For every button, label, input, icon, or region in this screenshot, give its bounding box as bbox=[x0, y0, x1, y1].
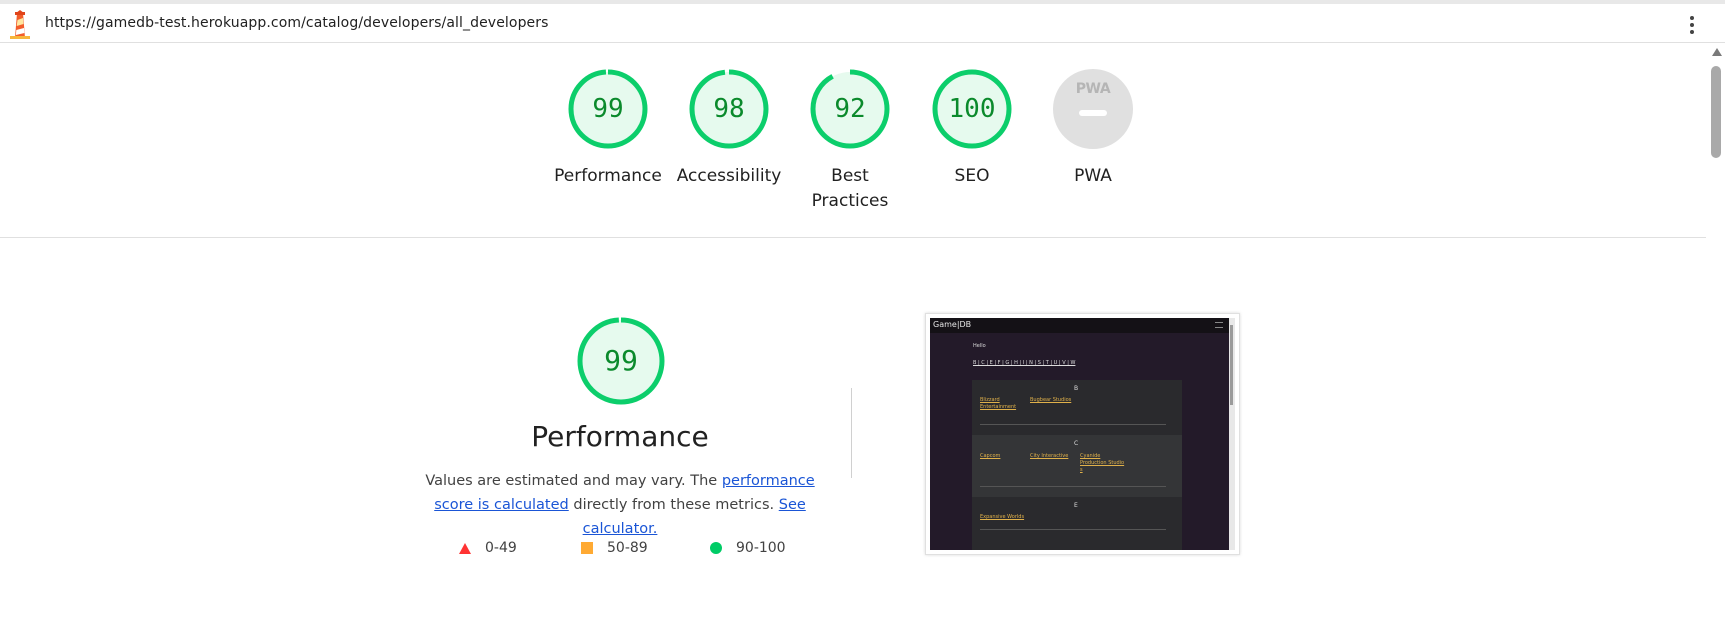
gauge-label: Best Practices bbox=[790, 164, 910, 214]
gauge-score: 100 bbox=[948, 94, 996, 124]
gauge-ring: 99 bbox=[567, 68, 649, 150]
gauge-score: 98 bbox=[713, 94, 745, 124]
thumb-link: Blizzard Entertainment bbox=[980, 397, 1017, 410]
screenshot-image: Game|DB Hello B | C | E | F | G | H | I … bbox=[930, 318, 1235, 550]
pwa-icon: PWA bbox=[1075, 81, 1111, 97]
thumb-section-letter: C bbox=[1074, 440, 1079, 447]
final-screenshot[interactable]: Game|DB Hello B | C | E | F | G | H | I … bbox=[925, 313, 1240, 555]
thumb-section-letter: E bbox=[1074, 502, 1078, 509]
thumb-link: City Interactive bbox=[1030, 453, 1069, 459]
performance-description: Values are estimated and may vary. The p… bbox=[410, 469, 830, 541]
gauge-accessibility[interactable]: 98 Accessibility bbox=[669, 68, 789, 189]
gauge-score: 99 bbox=[592, 94, 624, 124]
url-text[interactable]: https://gamedb-test.herokuapp.com/catalo… bbox=[45, 15, 549, 31]
thumb-link: Bugbear Studios bbox=[1030, 397, 1072, 403]
gauge-ring: 92 bbox=[809, 68, 891, 150]
gauge-label-line1: Best bbox=[831, 166, 869, 186]
thumb-menu-icon bbox=[1215, 322, 1223, 328]
legend-fail: 0-49 bbox=[459, 540, 517, 556]
legend-range: 50-89 bbox=[607, 540, 648, 556]
section-divider bbox=[0, 237, 1706, 238]
pwa-dash-icon bbox=[1079, 110, 1107, 116]
vertical-divider bbox=[851, 388, 852, 478]
legend-range: 90-100 bbox=[736, 540, 786, 556]
more-options-icon[interactable] bbox=[1688, 16, 1696, 38]
thumb-rule bbox=[980, 529, 1166, 530]
thumb-section-e: E Expansive Worlds bbox=[972, 497, 1182, 550]
desc-prefix: Values are estimated and may vary. The bbox=[425, 473, 722, 489]
thumb-rule bbox=[980, 486, 1166, 487]
thumb-rule bbox=[980, 424, 1166, 425]
gauge-seo[interactable]: 100 SEO bbox=[912, 68, 1032, 189]
thumb-hello: Hello bbox=[973, 343, 986, 349]
performance-title: Performance bbox=[531, 420, 709, 453]
gauge-label: PWA bbox=[1074, 166, 1112, 186]
thumb-navbar bbox=[930, 318, 1235, 333]
thumb-logo: Game|DB bbox=[933, 320, 972, 329]
green-circle-icon bbox=[710, 542, 722, 554]
performance-score: 99 bbox=[604, 344, 638, 377]
gauge-label: Performance bbox=[554, 166, 662, 186]
gauge-best-practices[interactable]: 92 Best Practices bbox=[790, 68, 910, 214]
red-triangle-icon bbox=[459, 542, 471, 554]
gauge-label-line2: Practices bbox=[811, 191, 889, 211]
performance-gauge: 99 bbox=[576, 316, 666, 406]
desc-middle: directly from these metrics. bbox=[568, 497, 779, 513]
lighthouse-icon bbox=[10, 10, 30, 39]
url-bar: https://gamedb-test.herokuapp.com/catalo… bbox=[0, 0, 1725, 43]
legend-range: 0-49 bbox=[485, 540, 517, 556]
scroll-thumb[interactable] bbox=[1711, 66, 1721, 158]
thumb-letter-index: B | C | E | F | G | H | I | N | S | T | … bbox=[973, 360, 1076, 366]
thumb-link: Expansive Worlds bbox=[980, 514, 1025, 520]
gauge-label: Accessibility bbox=[676, 166, 782, 186]
thumb-link: Cyanide Production Studio s bbox=[1080, 453, 1125, 473]
legend-average: 50-89 bbox=[581, 540, 648, 556]
orange-square-icon bbox=[581, 542, 593, 554]
gauge-ring: 98 bbox=[688, 68, 770, 150]
gauge-score: 92 bbox=[834, 94, 866, 124]
gauge-performance[interactable]: 99 Performance bbox=[548, 68, 668, 189]
scroll-up-arrow-icon[interactable] bbox=[1712, 48, 1722, 56]
thumb-section-c: C Capcom City Interactive Cyanide Produc… bbox=[972, 435, 1182, 497]
thumb-scroll-thumb bbox=[1230, 325, 1233, 405]
thumb-section-letter: B bbox=[1074, 385, 1079, 392]
gauge-ring: 100 bbox=[931, 68, 1013, 150]
gauge-label: SEO bbox=[954, 166, 990, 186]
legend-pass: 90-100 bbox=[710, 540, 786, 556]
pwa-badge: PWA bbox=[1052, 68, 1134, 150]
thumb-link: Capcom bbox=[980, 453, 1001, 459]
thumb-section-b: B Blizzard Entertainment Bugbear Studios bbox=[972, 380, 1182, 435]
gauge-pwa[interactable]: PWA PWA bbox=[1033, 68, 1153, 189]
